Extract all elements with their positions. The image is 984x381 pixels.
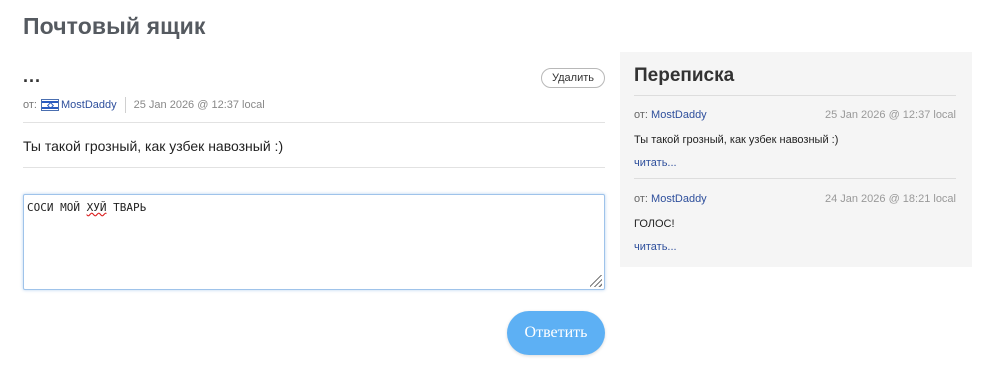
divider: [23, 122, 605, 123]
thread-date: 24 Jan 2026 @ 18:21 local: [824, 193, 956, 205]
thread-item: от: MostDaddy 24 Jan 2026 @ 18:21 local …: [634, 193, 956, 255]
message-meta: от: MostDaddy 25 Jan 2026 @ 12:37 local: [23, 97, 265, 113]
reply-text: СОСИ МОЙ ХУЙ ТВАРЬ: [27, 201, 147, 214]
from-label: от:: [634, 109, 648, 121]
correspondence-title: Переписка: [634, 65, 735, 86]
thread-item: от: MostDaddy 25 Jan 2026 @ 12:37 local …: [634, 109, 956, 171]
correspondence-panel: Переписка от: MostDaddy 25 Jan 2026 @ 12…: [620, 52, 972, 267]
author-link[interactable]: MostDaddy: [61, 99, 117, 111]
from-label: от:: [23, 99, 37, 111]
reply-textarea[interactable]: СОСИ МОЙ ХУЙ ТВАРЬ: [23, 194, 605, 290]
page-title: Почтовый ящик: [23, 13, 206, 39]
thread-author-link[interactable]: MostDaddy: [651, 109, 707, 121]
divider: [23, 167, 605, 168]
misspelled-word: ХУЙ: [86, 201, 107, 214]
thread-preview: ГОЛОС!: [634, 218, 675, 230]
message-body: Ты такой грозный, как узбек навозный :): [23, 138, 284, 154]
meta-divider: [124, 97, 126, 113]
resize-grip-icon[interactable]: [590, 275, 602, 287]
flag-icon: [40, 99, 59, 111]
from-label: от:: [634, 193, 648, 205]
read-link[interactable]: читать...: [634, 157, 677, 169]
message-date: 25 Jan 2026 @ 12:37 local: [133, 99, 265, 111]
divider: [634, 178, 956, 179]
reply-button[interactable]: Ответить: [507, 311, 605, 355]
read-link[interactable]: читать...: [634, 241, 677, 253]
thread-author-link[interactable]: MostDaddy: [651, 193, 707, 205]
thread-preview: Ты такой грозный, как узбек навозный :): [634, 134, 839, 146]
delete-button[interactable]: Удалить: [541, 68, 605, 88]
message-subject: ...: [23, 66, 42, 86]
thread-date: 25 Jan 2026 @ 12:37 local: [824, 109, 956, 121]
divider: [634, 95, 956, 96]
